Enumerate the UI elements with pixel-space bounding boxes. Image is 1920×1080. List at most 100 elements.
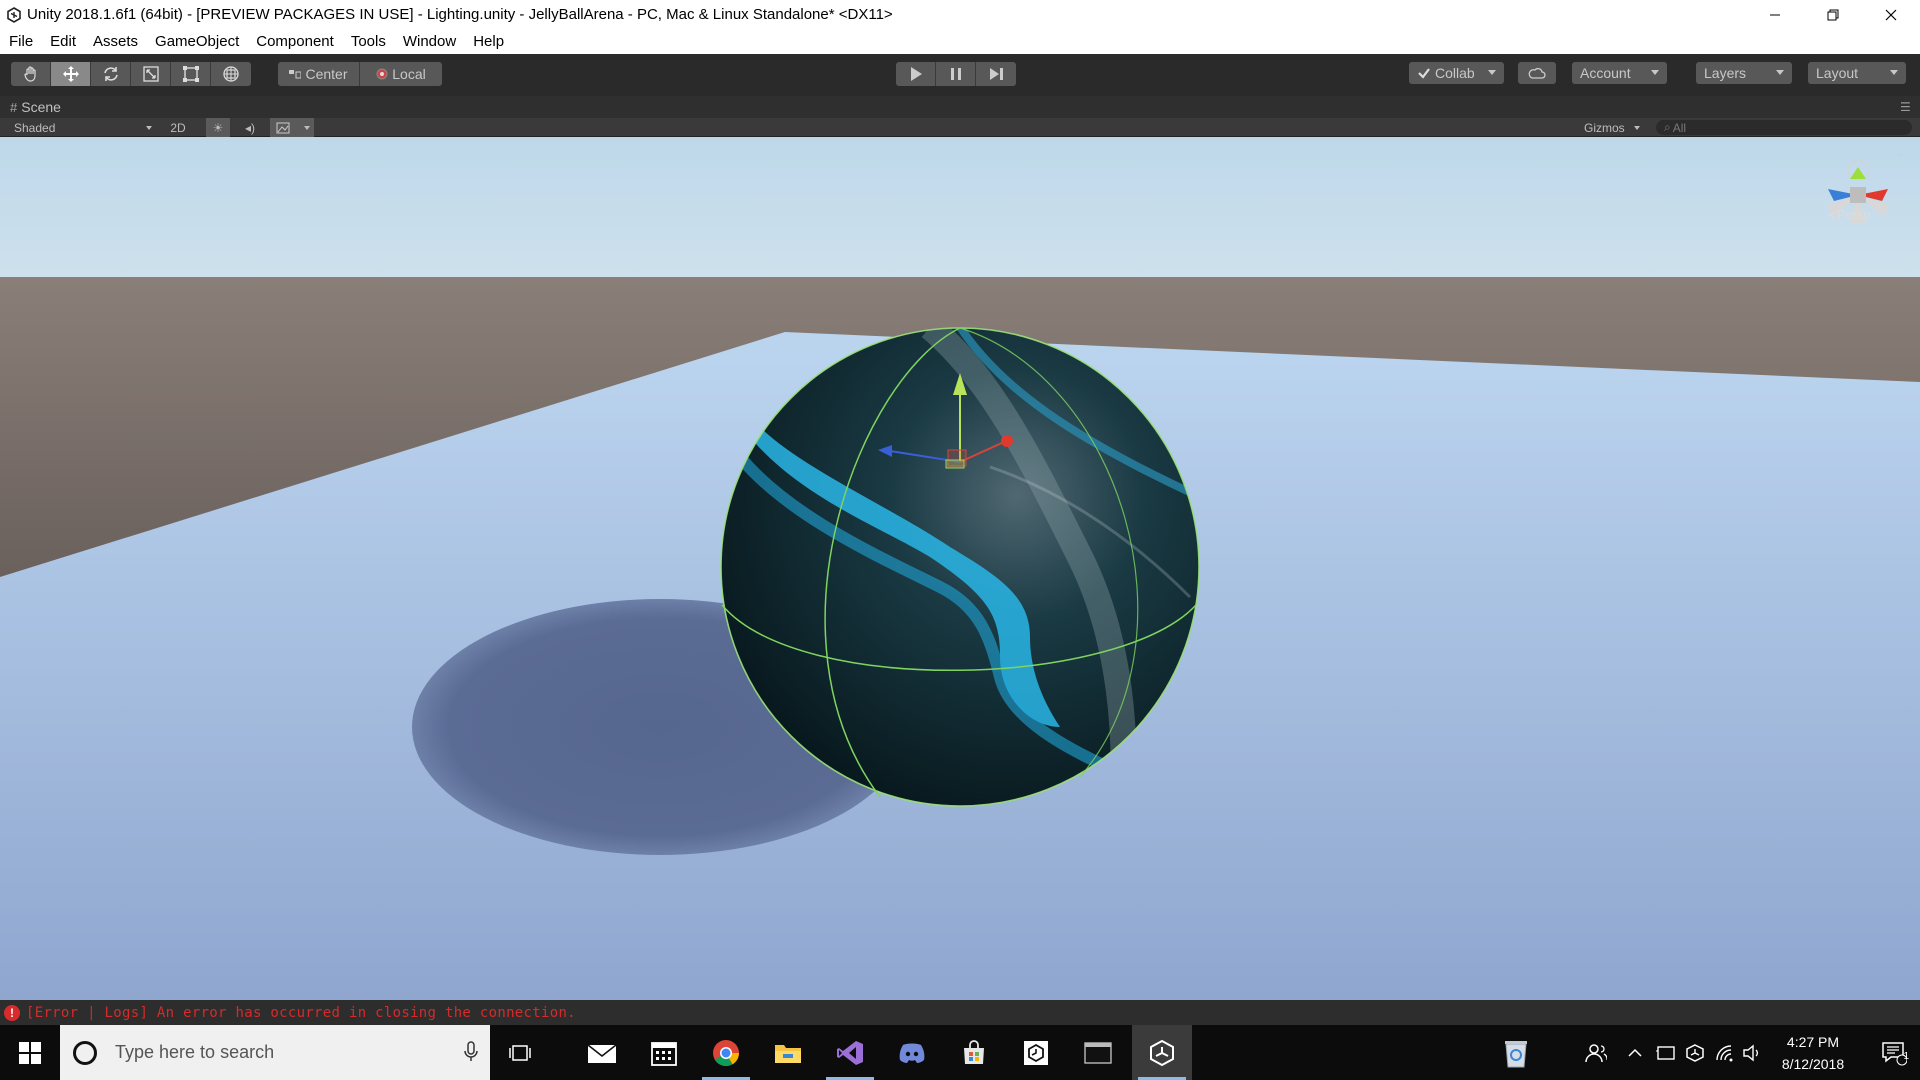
transform-tool-icon <box>223 66 239 82</box>
chevron-down-icon <box>1488 70 1496 75</box>
tab-scene[interactable]: # Scene <box>0 96 71 118</box>
cloud-button[interactable] <box>1518 62 1556 84</box>
file-explorer-button[interactable] <box>758 1025 818 1080</box>
unity-tray-icon <box>1686 1043 1704 1062</box>
projection-label-text: Persp <box>1836 207 1871 222</box>
menu-help[interactable]: Help <box>473 33 504 50</box>
step-icon <box>990 68 1003 80</box>
discord-icon <box>899 1043 925 1063</box>
unity-hub-button[interactable] <box>1006 1025 1066 1080</box>
layout-dropdown[interactable]: Layout <box>1808 62 1906 84</box>
task-view-button[interactable] <box>490 1025 550 1080</box>
chevron-down-icon <box>304 126 310 130</box>
gizmos-dropdown[interactable]: Gizmos <box>1578 118 1644 137</box>
mail-app-button[interactable] <box>572 1025 632 1080</box>
play-controls <box>896 62 1016 86</box>
chevron-down-icon <box>1890 70 1898 75</box>
scene-tab-label: Scene <box>21 99 61 115</box>
scale-tool-icon <box>142 66 159 82</box>
scene-tab-row: # Scene ☰ <box>0 96 1920 118</box>
close-button[interactable] <box>1862 0 1920 29</box>
pivot-rotation-toggle[interactable]: Local <box>360 62 442 86</box>
people-button[interactable] <box>1578 1025 1614 1080</box>
status-bar[interactable]: ! [Error | Logs] An error has occurred i… <box>0 1000 1920 1025</box>
pause-icon <box>950 68 961 80</box>
scene-audio-toggle[interactable]: ◂) <box>238 118 262 137</box>
chrome-app-button[interactable] <box>696 1025 756 1080</box>
calendar-app-button[interactable] <box>634 1025 694 1080</box>
projection-label[interactable]: ≺Persp <box>1826 207 1871 223</box>
discord-app-button[interactable] <box>882 1025 942 1080</box>
network-tray[interactable] <box>1712 1025 1738 1080</box>
account-label: Account <box>1580 65 1631 81</box>
chevron-down-icon <box>146 126 152 130</box>
start-button[interactable] <box>0 1025 60 1080</box>
wifi-icon <box>1716 1044 1733 1061</box>
perspective-icon: ≺ <box>1826 207 1837 222</box>
move-tool-icon <box>62 66 79 82</box>
taskbar-search-box[interactable]: Type here to search <box>60 1025 490 1080</box>
menu-file[interactable]: File <box>9 33 33 50</box>
pause-button[interactable] <box>936 62 976 86</box>
move-tool-button[interactable] <box>51 62 91 86</box>
scene-viewport[interactable]: ▪ ≺Persp <box>0 137 1920 1000</box>
rect-tool-button[interactable] <box>171 62 211 86</box>
minimize-button[interactable] <box>1746 0 1804 29</box>
menu-component[interactable]: Component <box>256 33 334 50</box>
main-toolbar: Center Local Collab Account Layers Layou… <box>0 54 1920 96</box>
unity-logo-icon <box>4 5 24 25</box>
x-axis-arrow <box>1001 435 1013 447</box>
unity-tray[interactable] <box>1682 1025 1708 1080</box>
account-dropdown[interactable]: Account <box>1572 62 1667 84</box>
menu-gameobject[interactable]: GameObject <box>155 33 239 50</box>
scene-lighting-toggle[interactable]: ☀ <box>206 118 230 137</box>
collab-dropdown[interactable]: Collab <box>1409 62 1504 84</box>
transform-tool-button[interactable] <box>211 62 251 86</box>
menu-window[interactable]: Window <box>403 33 456 50</box>
windows-logo-icon <box>19 1041 41 1064</box>
menu-assets[interactable]: Assets <box>93 33 138 50</box>
layers-label: Layers <box>1704 65 1747 81</box>
visual-studio-icon <box>837 1040 863 1065</box>
hand-tool-button[interactable] <box>11 62 51 86</box>
menu-tools[interactable]: Tools <box>351 33 386 50</box>
taskbar: Type here to search 4:27 PM 8/12/2018 1 <box>0 1025 1920 1080</box>
scene-search-input[interactable]: ⌕ All <box>1656 120 1912 135</box>
shading-mode-dropdown[interactable]: Shaded <box>6 118 156 137</box>
svg-text:▪: ▪ <box>1899 150 1903 161</box>
scene-effects-dropdown[interactable] <box>270 118 314 137</box>
grid-icon: # <box>10 99 18 115</box>
taskbar-search-placeholder: Type here to search <box>115 1042 275 1062</box>
minimize-icon <box>1770 14 1780 15</box>
scale-tool-button[interactable] <box>131 62 171 86</box>
unity-app-button[interactable] <box>1132 1025 1192 1080</box>
rect-tool-icon <box>182 66 199 82</box>
step-button[interactable] <box>976 62 1016 86</box>
pivot-mode-toggle[interactable]: Center <box>278 62 360 86</box>
layout-label: Layout <box>1816 65 1859 81</box>
taskbar-clock[interactable]: 4:27 PM 8/12/2018 <box>1758 1031 1868 1075</box>
tray-overflow-button[interactable] <box>1622 1025 1648 1080</box>
mode-2d-toggle[interactable]: 2D <box>160 118 196 137</box>
store-app-button[interactable] <box>944 1025 1004 1080</box>
terminal-icon <box>1084 1041 1112 1064</box>
restore-button[interactable] <box>1804 0 1862 29</box>
window-title: Unity 2018.1.6f1 (64bit) - [PREVIEW PACK… <box>27 6 893 23</box>
menu-edit[interactable]: Edit <box>50 33 76 50</box>
pivot-rotation-label: Local <box>392 66 426 82</box>
panel-menu-icon[interactable]: ☰ <box>1900 101 1914 113</box>
sun-icon: ☀ <box>212 120 224 135</box>
calendar-icon <box>651 1041 677 1066</box>
recycle-bin-tray[interactable] <box>1496 1025 1536 1080</box>
menu-bar: File Edit Assets GameObject Component To… <box>0 29 1920 54</box>
visual-studio-button[interactable] <box>820 1025 880 1080</box>
play-button[interactable] <box>896 62 936 86</box>
microphone-icon[interactable] <box>464 1041 478 1063</box>
tablet-tray[interactable] <box>1652 1025 1678 1080</box>
layers-dropdown[interactable]: Layers <box>1696 62 1792 84</box>
title-bar: Unity 2018.1.6f1 (64bit) - [PREVIEW PACK… <box>0 0 1920 29</box>
terminal-app-button[interactable] <box>1068 1025 1128 1080</box>
rotate-tool-icon <box>103 67 118 81</box>
rotate-tool-button[interactable] <box>91 62 131 86</box>
action-center-button[interactable]: 1 <box>1868 1025 1920 1080</box>
